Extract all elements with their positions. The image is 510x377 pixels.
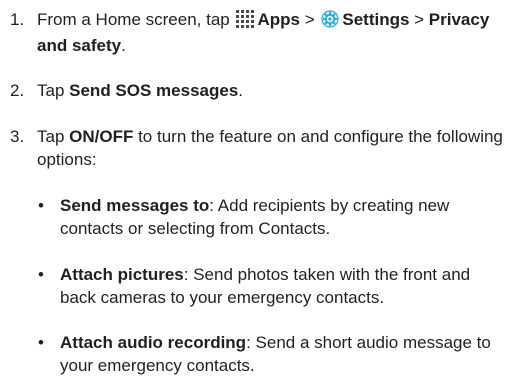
option-text: Attach audio recording: Send a short aud… xyxy=(60,333,491,375)
option-send-messages-to: • Send messages to: Add recipients by cr… xyxy=(38,194,508,240)
apps-label: Apps xyxy=(257,10,300,29)
option-text: Send messages to: Add recipients by crea… xyxy=(60,196,450,238)
step-text: From a Home screen, tap Apps > Settings … xyxy=(37,10,490,55)
step-number: 3. xyxy=(10,127,25,146)
bullet-marker: • xyxy=(38,333,44,352)
settings-label: Settings xyxy=(342,10,410,29)
settings-gear-icon xyxy=(321,10,339,34)
option-text: Attach pictures: Send photos taken with … xyxy=(60,265,471,307)
step-3: 3. Tap ON/OFF to turn the feature on and… xyxy=(10,125,505,171)
step-text: Tap Send SOS messages. xyxy=(37,81,244,100)
option-attach-pictures: • Attach pictures: Send photos taken wit… xyxy=(38,263,508,309)
instruction-document: 1. From a Home screen, tap Apps > Settin… xyxy=(0,0,510,377)
bullet-marker: • xyxy=(38,196,44,215)
step-text: Tap ON/OFF to turn the feature on and co… xyxy=(37,127,503,169)
step-number: 1. xyxy=(10,10,25,29)
step-number: 2. xyxy=(10,81,25,100)
apps-grid-icon xyxy=(236,10,255,34)
step-2: 2. Tap Send SOS messages. xyxy=(10,79,505,102)
bullet-marker: • xyxy=(38,265,44,284)
option-attach-audio-recording: • Attach audio recording: Send a short a… xyxy=(38,331,508,377)
step-1: 1. From a Home screen, tap Apps > Settin… xyxy=(10,8,505,57)
